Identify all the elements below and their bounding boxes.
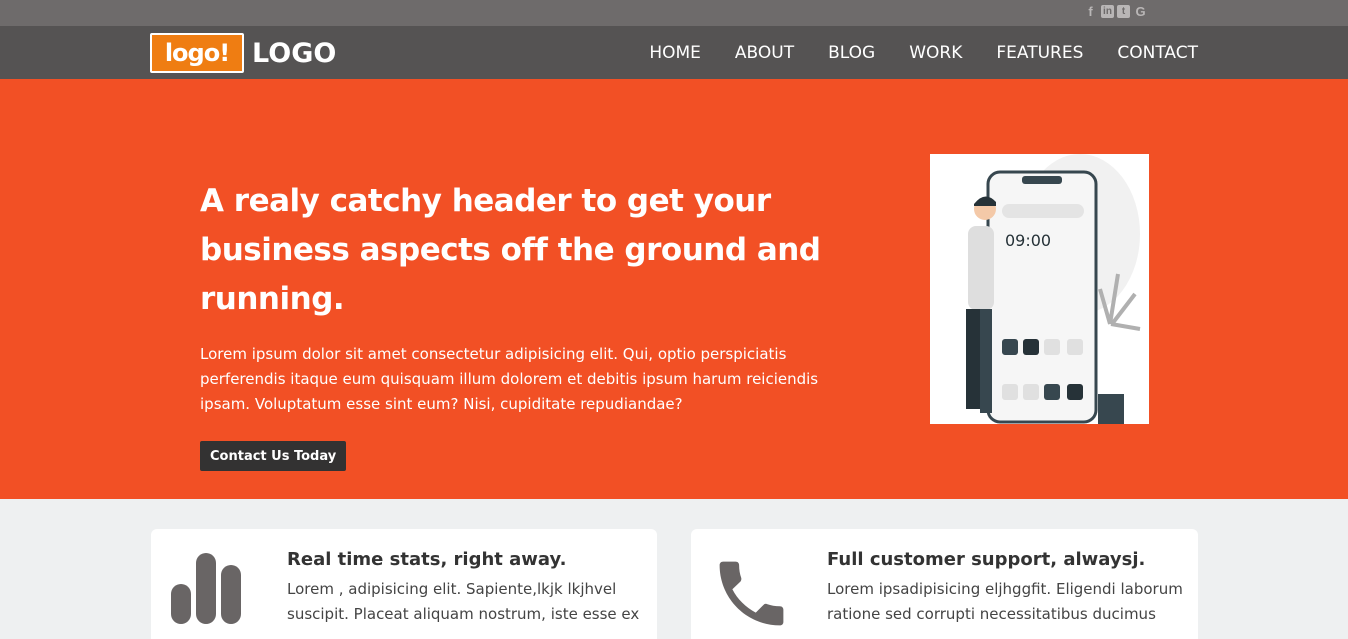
feature-card-stats: Real time stats, right away. Lorem , adi… <box>151 529 657 639</box>
top-bar: f in t G <box>0 0 1348 26</box>
contact-us-button[interactable]: Contact Us Today <box>200 441 347 471</box>
feature-title: Full customer support, alwaysj. <box>827 549 1146 570</box>
logo-text: LOGO <box>252 37 337 69</box>
feature-text: Lorem , adipisicing elit. Sapiente,lkjk … <box>287 580 640 623</box>
phone-clock: 09:00 <box>1005 231 1051 250</box>
nav-work[interactable]: WORK <box>909 43 962 63</box>
navbar: logo! LOGO HOME ABOUT BLOG WORK FEATURES… <box>0 26 1348 79</box>
hero-body: Lorem ipsum dolor sit amet consectetur a… <box>200 345 819 413</box>
nav-contact[interactable]: CONTACT <box>1117 43 1198 63</box>
social-links: f in t G <box>1083 4 1148 19</box>
logo-badge-text: logo! <box>164 39 230 67</box>
hero-title: A realy catchy header to get your busine… <box>200 183 821 317</box>
phone-illustration-svg: 09:00 <box>966 154 1141 424</box>
brand[interactable]: logo! LOGO <box>150 33 336 73</box>
linkedin-icon[interactable]: in <box>1101 5 1114 18</box>
phone-icon <box>719 561 784 626</box>
facebook-icon[interactable]: f <box>1083 4 1098 19</box>
features-section: Real time stats, right away. Lorem , adi… <box>0 499 1348 639</box>
google-icon[interactable]: G <box>1133 4 1148 19</box>
nav-blog[interactable]: BLOG <box>828 43 875 63</box>
feature-title: Real time stats, right away. <box>287 549 567 570</box>
logo-badge: logo! <box>150 33 244 73</box>
bar-chart-icon <box>171 553 241 624</box>
nav-about[interactable]: ABOUT <box>735 43 794 63</box>
twitter-icon[interactable]: t <box>1117 5 1130 18</box>
feature-text: Lorem ipsadipisicing eljhggfit. Eligendi… <box>827 580 1183 623</box>
main-nav: HOME ABOUT BLOG WORK FEATURES CONTACT <box>649 26 1198 79</box>
nav-features[interactable]: FEATURES <box>996 43 1083 63</box>
phone-illustration: 09:00 <box>930 154 1149 424</box>
hero-section: A realy catchy header to get your busine… <box>0 79 1348 499</box>
feature-card-support: Full customer support, alwaysj. Lorem ip… <box>691 529 1198 639</box>
nav-home[interactable]: HOME <box>649 43 701 63</box>
